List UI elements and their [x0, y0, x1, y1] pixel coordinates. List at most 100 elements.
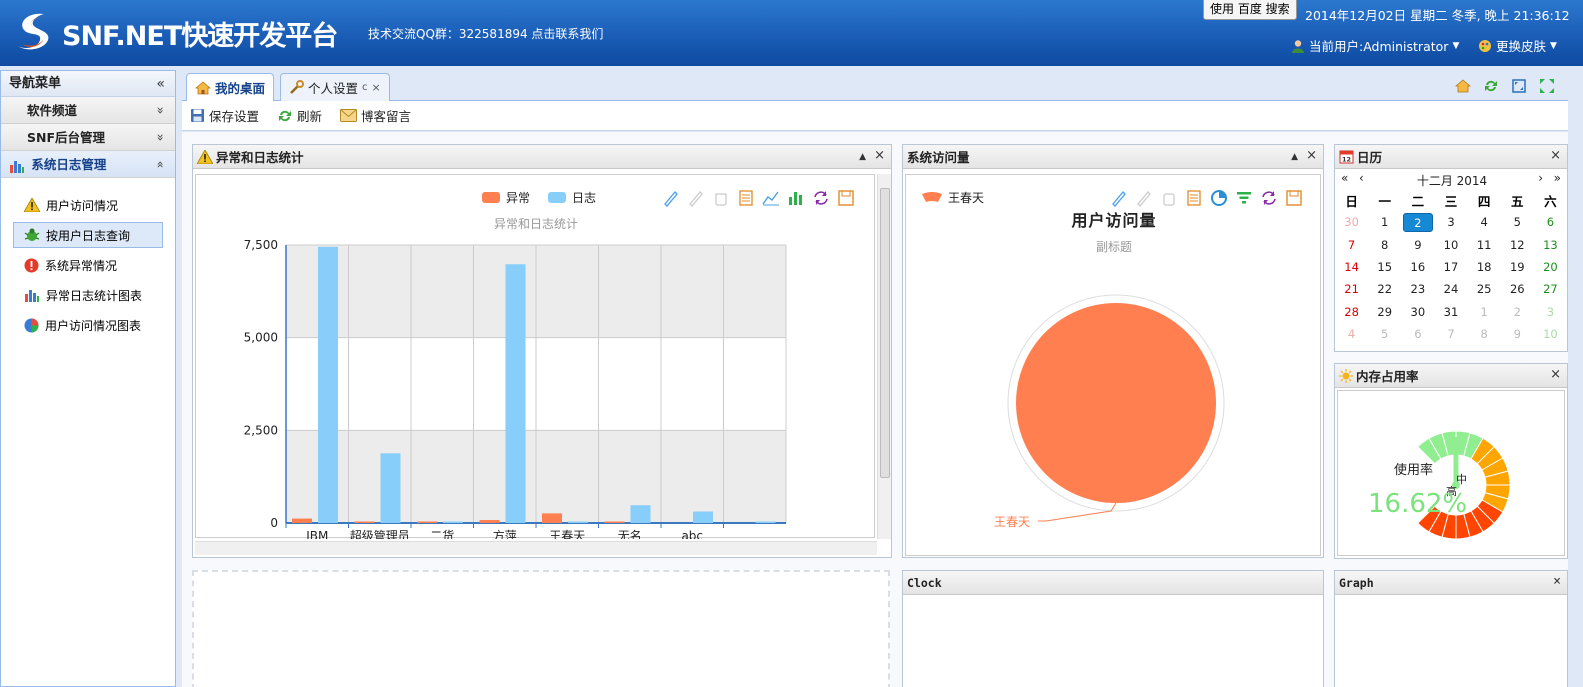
- bar[interactable]: [479, 520, 500, 523]
- bar[interactable]: [417, 521, 437, 524]
- next-year-icon[interactable]: »: [1554, 171, 1561, 185]
- calendar-month-label[interactable]: 十二月 2014: [1335, 172, 1569, 189]
- nav-group-software[interactable]: 软件频道 »: [1, 97, 175, 124]
- close-icon[interactable]: ×: [1550, 148, 1561, 163]
- vertical-scrollbar[interactable]: [877, 174, 891, 539]
- calendar-day[interactable]: 1: [1368, 211, 1401, 233]
- fullscreen-icon[interactable]: [1508, 76, 1530, 96]
- calendar-day[interactable]: 19: [1501, 256, 1534, 278]
- calendar-day[interactable]: 31: [1434, 300, 1467, 322]
- change-skin-menu[interactable]: 更换皮肤 ▼: [1478, 36, 1557, 55]
- calendar-day[interactable]: 7: [1335, 234, 1368, 256]
- calendar-day[interactable]: 2: [1501, 300, 1534, 322]
- calendar-day[interactable]: 5: [1368, 323, 1401, 345]
- close-icon[interactable]: ×: [1306, 148, 1317, 166]
- bar[interactable]: [755, 521, 776, 524]
- bar[interactable]: [292, 518, 312, 523]
- bar[interactable]: [505, 264, 526, 523]
- weekday-header: 六: [1544, 193, 1557, 209]
- pie-slice-label: 王春天: [994, 515, 1031, 529]
- calendar-day[interactable]: 18: [1468, 256, 1501, 278]
- wrench-icon: [290, 80, 304, 94]
- calendar-day[interactable]: 22: [1368, 278, 1401, 300]
- bar[interactable]: [630, 505, 651, 523]
- tab-my-desktop[interactable]: 我的桌面: [186, 73, 275, 101]
- calendar-day[interactable]: 3: [1434, 211, 1467, 233]
- bar[interactable]: [542, 513, 562, 523]
- bar[interactable]: [380, 453, 401, 523]
- calendar-day[interactable]: 1: [1468, 300, 1501, 322]
- close-icon[interactable]: ×: [1550, 367, 1561, 382]
- calendar-day[interactable]: 2: [1401, 211, 1434, 233]
- calendar-day[interactable]: 6: [1401, 323, 1434, 345]
- close-icon[interactable]: ×: [874, 148, 885, 166]
- tab-personal-settings[interactable]: 个人设置 c ×: [280, 73, 390, 101]
- calendar-day[interactable]: 25: [1468, 278, 1501, 300]
- nav-group-snf-admin[interactable]: SNF后台管理 »: [1, 124, 175, 151]
- calendar-day[interactable]: 10: [1434, 234, 1467, 256]
- blog-message-button[interactable]: 博客留言: [340, 106, 411, 125]
- bar[interactable]: [318, 246, 338, 523]
- prev-month-icon[interactable]: ‹: [1359, 171, 1364, 185]
- calendar-day[interactable]: 5: [1501, 211, 1534, 233]
- calendar-day[interactable]: 28: [1335, 300, 1368, 322]
- calendar-day[interactable]: 30: [1401, 300, 1434, 322]
- calendar-day[interactable]: 17: [1434, 256, 1467, 278]
- calendar-day[interactable]: 15: [1368, 256, 1401, 278]
- maximize-icon[interactable]: [1536, 76, 1558, 96]
- calendar-day[interactable]: 13: [1534, 234, 1567, 256]
- minimize-icon[interactable]: ▲: [859, 148, 866, 166]
- horizontal-scrollbar[interactable]: [195, 541, 877, 555]
- refresh-button[interactable]: 刷新: [277, 106, 322, 125]
- close-icon[interactable]: ×: [1553, 574, 1561, 589]
- calendar-day[interactable]: 6: [1534, 211, 1567, 233]
- calendar-day[interactable]: 4: [1335, 323, 1368, 345]
- qq-group-link[interactable]: 技术交流QQ群：322581894 点击联系我们: [368, 25, 603, 42]
- next-month-icon[interactable]: ›: [1538, 171, 1543, 185]
- calendar-day[interactable]: 26: [1501, 278, 1534, 300]
- calendar-day[interactable]: 20: [1534, 256, 1567, 278]
- calendar-day[interactable]: 16: [1401, 256, 1434, 278]
- bar[interactable]: [443, 521, 463, 524]
- calendar-day[interactable]: 11: [1468, 234, 1501, 256]
- calendar-day[interactable]: 9: [1401, 234, 1434, 256]
- calendar-day[interactable]: 7: [1434, 323, 1467, 345]
- pie-slice[interactable]: [1016, 303, 1216, 503]
- calendar-day[interactable]: 14: [1335, 256, 1368, 278]
- nav-item-user-access[interactable]: 用户访问情况: [13, 192, 163, 218]
- home-icon[interactable]: [1452, 76, 1474, 96]
- nav-item-system-exceptions[interactable]: 系统异常情况: [13, 252, 163, 278]
- tab-refresh-icon[interactable]: c: [362, 82, 368, 93]
- panel-title: 内存占用率: [1356, 369, 1419, 384]
- bar[interactable]: [693, 511, 713, 523]
- calendar-day[interactable]: 4: [1468, 211, 1501, 233]
- collapse-icon[interactable]: «: [156, 71, 165, 97]
- nav-item-user-log-query[interactable]: 按用户日志查询: [13, 222, 163, 248]
- baidu-search-button[interactable]: 使用 百度 搜索: [1203, 0, 1297, 20]
- calendar-day[interactable]: 10: [1534, 323, 1567, 345]
- refresh-icon[interactable]: [1480, 76, 1502, 96]
- calendar-day[interactable]: 24: [1434, 278, 1467, 300]
- calendar-day[interactable]: 8: [1468, 323, 1501, 345]
- x-tick-label: 方萍: [493, 528, 517, 539]
- calendar-day[interactable]: 29: [1368, 300, 1401, 322]
- calendar-day[interactable]: 3: [1534, 300, 1567, 322]
- calendar-day[interactable]: 8: [1368, 234, 1401, 256]
- nav-item-access-chart[interactable]: 用户访问情况图表: [13, 312, 163, 338]
- calendar-day[interactable]: 27: [1534, 278, 1567, 300]
- calendar-day[interactable]: 12: [1501, 234, 1534, 256]
- calendar-day[interactable]: 9: [1501, 323, 1534, 345]
- bar[interactable]: [354, 521, 375, 524]
- save-settings-button[interactable]: 保存设置: [190, 106, 259, 125]
- prev-year-icon[interactable]: «: [1341, 171, 1348, 185]
- nav-item-exception-chart[interactable]: 异常日志统计图表: [13, 282, 163, 308]
- calendar-day[interactable]: 30: [1335, 211, 1368, 233]
- calendar-day[interactable]: 23: [1401, 278, 1434, 300]
- nav-group-system-log[interactable]: 系统日志管理 «: [1, 151, 175, 178]
- current-user-menu[interactable]: 当前用户:Administrator ▼: [1291, 36, 1459, 55]
- tab-close-icon[interactable]: ×: [372, 81, 381, 94]
- calendar-day[interactable]: 21: [1335, 278, 1368, 300]
- bar[interactable]: [604, 521, 625, 524]
- minimize-icon[interactable]: ▲: [1291, 148, 1298, 166]
- bar[interactable]: [568, 521, 588, 524]
